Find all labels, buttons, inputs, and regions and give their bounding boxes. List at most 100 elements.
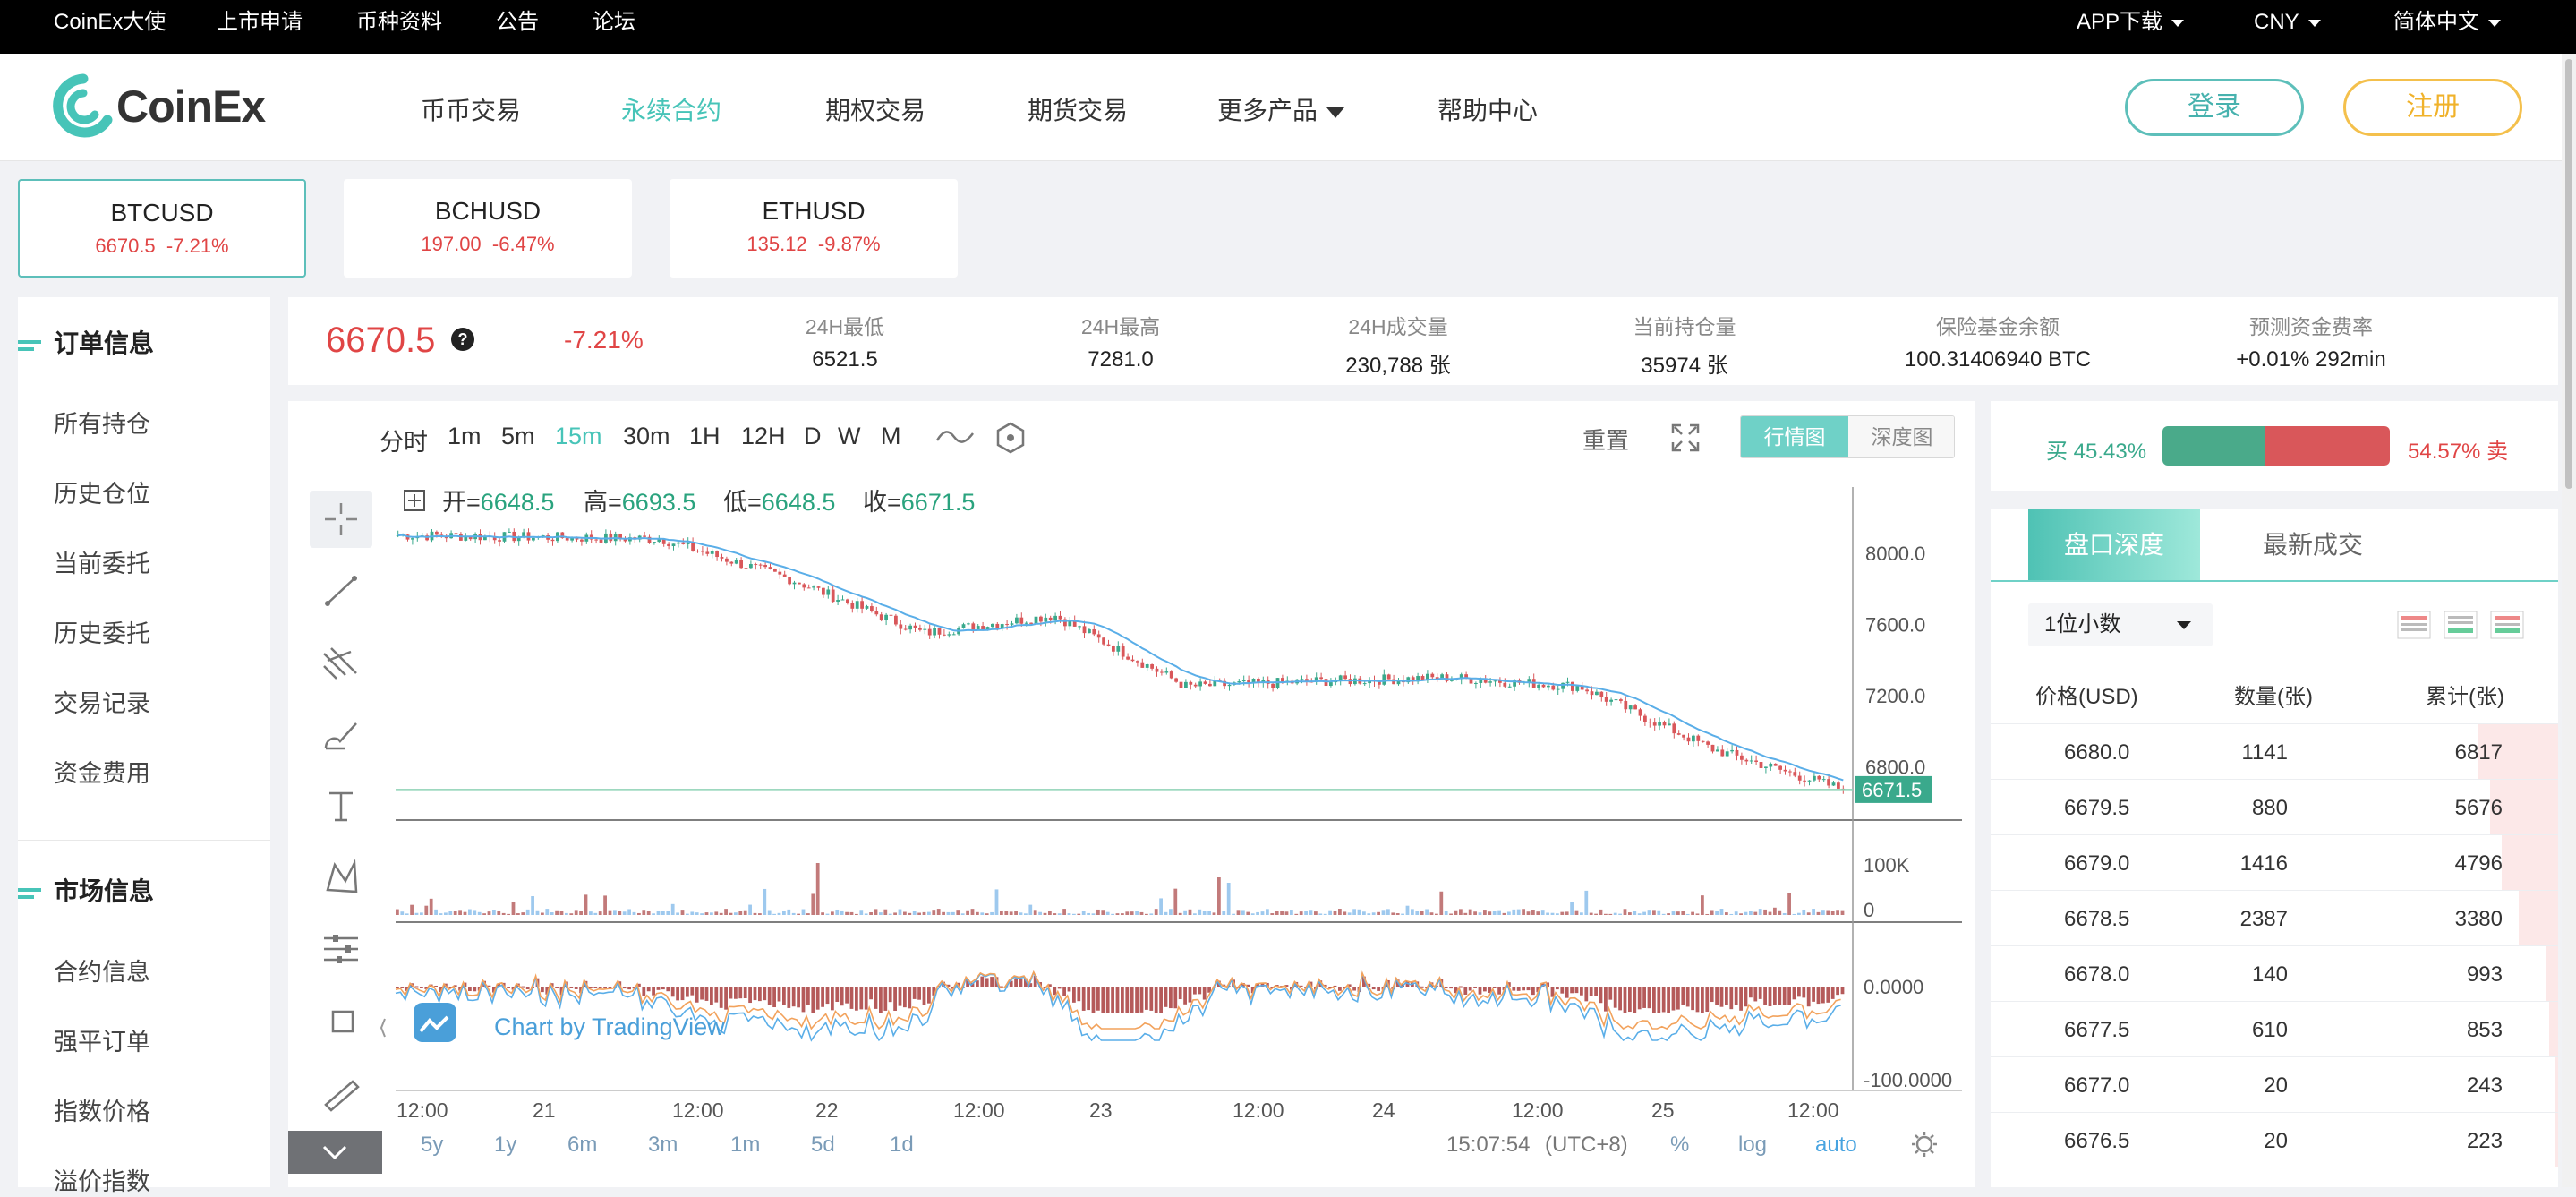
range-5y[interactable]: 5y — [421, 1133, 443, 1157]
chevron-left-icon[interactable] — [380, 1018, 386, 1038]
tradingview-watermark[interactable]: Chart by TradingView — [494, 1013, 725, 1040]
topbar-link-announcement[interactable]: 公告 — [496, 0, 539, 54]
macd-bar — [777, 987, 781, 1002]
volume-bar — [1792, 913, 1796, 915]
help-icon[interactable]: ? — [451, 328, 474, 351]
nav-futures[interactable]: 期货交易 — [1028, 91, 1128, 127]
orderbook-row[interactable]: 6680.0 1141 6817 — [1991, 723, 2558, 779]
macd-bar — [1164, 987, 1168, 1007]
register-button[interactable]: 注册 — [2343, 79, 2522, 136]
macd-bar — [1352, 987, 1356, 991]
range-1y[interactable]: 1y — [494, 1133, 516, 1157]
logo-text[interactable]: CoinEx — [116, 81, 266, 133]
volume-bar — [396, 909, 399, 915]
macd-bar — [1570, 987, 1574, 994]
volume-bar — [424, 905, 429, 915]
price-chart[interactable]: 开=6648.5 高=6693.5 低=6648.5 收=6671.5 8000… — [288, 401, 1975, 1187]
nav-options[interactable]: 期权交易 — [825, 91, 925, 127]
topbar-link-forum[interactable]: 论坛 — [593, 0, 635, 54]
range-5d[interactable]: 5d — [811, 1133, 835, 1157]
macd-bar — [1062, 987, 1066, 996]
range-1m[interactable]: 1m — [730, 1133, 760, 1157]
sidebar-item-order-history[interactable]: 历史委托 — [54, 614, 150, 649]
ticker-price: 197.00 — [421, 233, 482, 255]
coinex-logo-icon[interactable] — [52, 73, 115, 141]
candle-body — [1585, 689, 1589, 692]
precision-select[interactable]: 1位小数 — [2028, 603, 2213, 646]
ticker-card-ethusd[interactable]: ETHUSD 135.12 -9.87% — [670, 179, 958, 278]
candle-body — [1803, 780, 1806, 782]
volume-bar — [535, 910, 540, 915]
view-asks-only-icon[interactable] — [2397, 611, 2431, 639]
login-button[interactable]: 登录 — [2125, 79, 2304, 136]
orderbook-row[interactable]: 6678.5 2387 3380 — [1991, 890, 2558, 945]
candle-body — [1609, 699, 1613, 702]
time-tick: 12:00 — [953, 1099, 1005, 1122]
col-header-price: 价格(USD) — [2035, 685, 2138, 709]
candle-body — [816, 586, 821, 588]
range-3m[interactable]: 3m — [648, 1133, 678, 1157]
orderbook-row[interactable]: 6677.0 20 243 — [1991, 1056, 2558, 1112]
orderbook-row[interactable]: 6678.0 140 993 — [1991, 945, 2558, 1001]
volume-bar — [473, 910, 477, 915]
app-download-menu[interactable]: APP下载 — [2077, 0, 2185, 54]
sidebar-item-trade-records[interactable]: 交易记录 — [54, 684, 150, 719]
view-both-icon[interactable] — [2490, 611, 2524, 639]
scrollbar-thumb[interactable] — [2565, 59, 2572, 489]
page-scrollbar[interactable] — [2562, 54, 2576, 1187]
macd-bar — [1671, 987, 1676, 1011]
settings-gear-icon[interactable] — [1912, 1132, 1937, 1157]
volume-bar — [1604, 913, 1608, 915]
percent-scale-toggle[interactable]: % — [1670, 1133, 1689, 1157]
orderbook-row[interactable]: 6679.5 880 5676 — [1991, 779, 2558, 834]
topbar-link-coin-info[interactable]: 币种资料 — [356, 0, 442, 54]
volume-bar — [1729, 913, 1734, 915]
sidebar-item-funding-fees[interactable]: 资金费用 — [54, 754, 150, 789]
sidebar-item-liquidations[interactable]: 强平订单 — [54, 1022, 150, 1057]
volume-bar — [719, 912, 723, 915]
topbar-link-ambassador[interactable]: CoinEx大使 — [54, 0, 166, 54]
macd-bar — [1574, 987, 1579, 994]
macd-bar — [990, 977, 994, 987]
nav-more-products[interactable]: 更多产品 — [1217, 91, 1345, 127]
log-scale-toggle[interactable]: log — [1738, 1133, 1767, 1157]
macd-bar — [1512, 987, 1516, 991]
range-1d[interactable]: 1d — [890, 1133, 914, 1157]
volume-bar — [1270, 913, 1275, 915]
sidebar-item-premium-index[interactable]: 溢价指数 — [54, 1162, 150, 1197]
macd-bar — [1657, 987, 1661, 1013]
sidebar: 订单信息 所有持仓 历史仓位 当前委托 历史委托 交易记录 资金费用 市场信息 … — [18, 297, 270, 1195]
view-bids-only-icon[interactable] — [2444, 611, 2478, 639]
orderbook-row[interactable]: 6679.0 1416 4796 — [1991, 834, 2558, 890]
sidebar-item-position-history[interactable]: 历史仓位 — [54, 475, 150, 509]
volume-bar — [1226, 883, 1231, 915]
sell-ratio-label: 54.57% 卖 — [2408, 440, 2509, 464]
sidebar-item-all-positions[interactable]: 所有持仓 — [54, 405, 150, 440]
volume-bar — [555, 910, 559, 915]
sidebar-item-open-orders[interactable]: 当前委托 — [54, 544, 150, 579]
sidebar-item-index-price[interactable]: 指数价格 — [54, 1092, 150, 1127]
topbar-link-listing[interactable]: 上市申请 — [217, 0, 303, 54]
tab-order-depth[interactable]: 盘口深度 — [2028, 509, 2200, 582]
clock-timezone[interactable]: (UTC+8) — [1545, 1133, 1628, 1157]
nav-spot[interactable]: 币币交易 — [421, 91, 521, 127]
macd-bar — [1710, 987, 1714, 1003]
candle-body — [927, 628, 932, 636]
ticker-card-bchusd[interactable]: BCHUSD 197.00 -6.47% — [344, 179, 632, 278]
sidebar-item-contract-info[interactable]: 合约信息 — [54, 953, 150, 988]
language-menu[interactable]: 简体中文 — [2393, 0, 2501, 54]
macd-bar — [1739, 987, 1743, 1011]
volume-bar — [1816, 911, 1821, 915]
orderbook-row[interactable]: 6677.5 610 853 — [1991, 1001, 2558, 1056]
orderbook-row[interactable]: 6676.5 20 223 — [1991, 1112, 2558, 1167]
range-6m[interactable]: 6m — [567, 1133, 597, 1157]
currency-menu[interactable]: CNY — [2254, 0, 2321, 54]
ticker-card-btcusd[interactable]: BTCUSD 6670.5 -7.21% — [18, 179, 306, 278]
auto-scale-toggle[interactable]: auto — [1815, 1133, 1857, 1157]
volume-bar — [1705, 913, 1710, 915]
tab-latest-trades[interactable]: 最新成交 — [2232, 509, 2393, 582]
macd-bar — [719, 987, 723, 1008]
ticker-symbol: BCHUSD — [434, 197, 542, 225]
nav-perpetual[interactable]: 永续合约 — [621, 91, 721, 127]
nav-help[interactable]: 帮助中心 — [1437, 91, 1538, 127]
